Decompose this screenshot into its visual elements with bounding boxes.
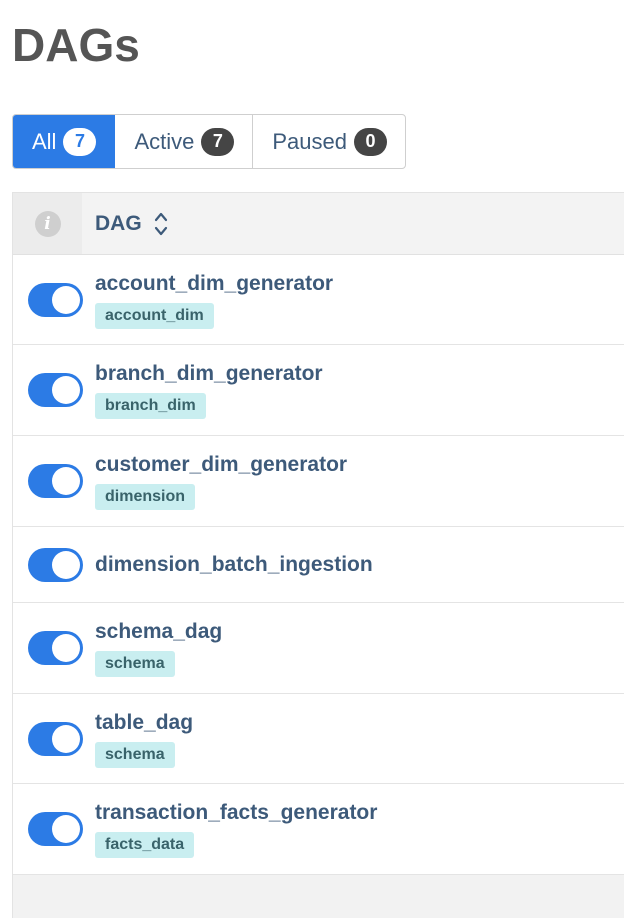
count-badge: 0 — [354, 127, 387, 156]
dag-column-header[interactable]: DAG — [82, 193, 168, 254]
table-body: account_dim_generator account_dim branch_d… — [13, 255, 624, 875]
toggle-cell — [13, 282, 95, 317]
toggle-knob — [52, 376, 80, 404]
toggle-cell — [13, 547, 95, 582]
table-header: i DAG — [13, 193, 624, 255]
dag-name-link[interactable]: branch_dim_generator — [95, 361, 323, 387]
page-title: DAGs — [12, 19, 140, 71]
toggle-cell — [13, 812, 95, 846]
info-header-cell: i — [13, 193, 82, 254]
dag-tag[interactable]: dimension — [95, 484, 196, 510]
toggle-knob — [52, 815, 80, 843]
dag-name-link[interactable]: table_dag — [95, 710, 193, 736]
dag-name-link[interactable]: schema_dag — [95, 619, 222, 645]
dag-name-cell: table_dagschema — [95, 710, 193, 768]
filter-paused-button[interactable]: Paused 0 — [253, 115, 405, 168]
table-row: table_dagschema — [13, 694, 624, 784]
dag-name-link[interactable]: account_dim_generator — [95, 271, 333, 297]
dag-pause-toggle[interactable] — [28, 812, 83, 846]
dag-pause-toggle[interactable] — [28, 373, 83, 407]
filter-active-button[interactable]: Active 7 — [115, 115, 254, 168]
toggle-cell — [13, 721, 95, 756]
dag-pause-toggle[interactable] — [28, 282, 83, 317]
dag-name-cell: transaction_facts_generator facts_data — [95, 800, 377, 858]
sort-icon[interactable] — [154, 211, 168, 237]
status-filter-group: All 7 Active 7 Paused 0 — [12, 114, 406, 169]
dag-pause-toggle[interactable] — [28, 721, 83, 756]
filter-label: Paused — [272, 128, 347, 154]
count-badge: 7 — [201, 127, 235, 156]
toggle-knob — [52, 724, 80, 753]
dag-tag[interactable]: branch_dim — [95, 393, 206, 419]
dag-tag[interactable]: facts_data — [95, 832, 195, 858]
filter-label: Active — [134, 128, 195, 154]
dag-tag[interactable]: schema — [95, 741, 175, 768]
dag-name-cell: branch_dim_generator branch_dim — [95, 361, 323, 419]
dag-table: i DAG account_dim_generator account_dimbr… — [12, 192, 624, 918]
dag-name-link[interactable]: customer_dim_generator — [95, 452, 347, 478]
count-badge: 7 — [63, 127, 97, 156]
info-icon[interactable]: i — [34, 210, 61, 237]
dag-name-cell: account_dim_generator account_dim — [95, 271, 333, 329]
table-row: branch_dim_generator branch_dim — [13, 345, 624, 436]
table-row: account_dim_generator account_dim — [13, 255, 624, 345]
toggle-knob — [52, 285, 80, 314]
toggle-knob — [52, 550, 80, 579]
dag-pause-toggle[interactable] — [28, 547, 83, 582]
filter-label: All — [32, 128, 57, 154]
dag-name-link[interactable]: dimension_batch_ingestion — [95, 552, 373, 578]
table-row: customer_dim_generator dimension — [13, 436, 624, 527]
toggle-knob — [52, 634, 80, 662]
filter-all-button[interactable]: All 7 — [13, 115, 116, 168]
toggle-cell — [13, 464, 95, 498]
dag-name-cell: schema_dagschema — [95, 619, 222, 677]
dag-column-label: DAG — [95, 211, 142, 235]
dag-name-cell: customer_dim_generator dimension — [95, 452, 347, 510]
dag-pause-toggle[interactable] — [28, 464, 83, 498]
toggle-cell — [13, 373, 95, 407]
dag-tag[interactable]: schema — [95, 651, 175, 677]
table-row: dimension_batch_ingestion — [13, 527, 624, 603]
toggle-cell — [13, 631, 95, 665]
dag-name-cell: dimension_batch_ingestion — [95, 552, 373, 578]
dag-name-link[interactable]: transaction_facts_generator — [95, 800, 377, 826]
dag-tag[interactable]: account_dim — [95, 302, 214, 329]
toggle-knob — [52, 467, 80, 495]
table-row: transaction_facts_generator facts_data — [13, 784, 624, 875]
table-row: schema_dagschema — [13, 603, 624, 694]
dag-pause-toggle[interactable] — [28, 631, 83, 665]
